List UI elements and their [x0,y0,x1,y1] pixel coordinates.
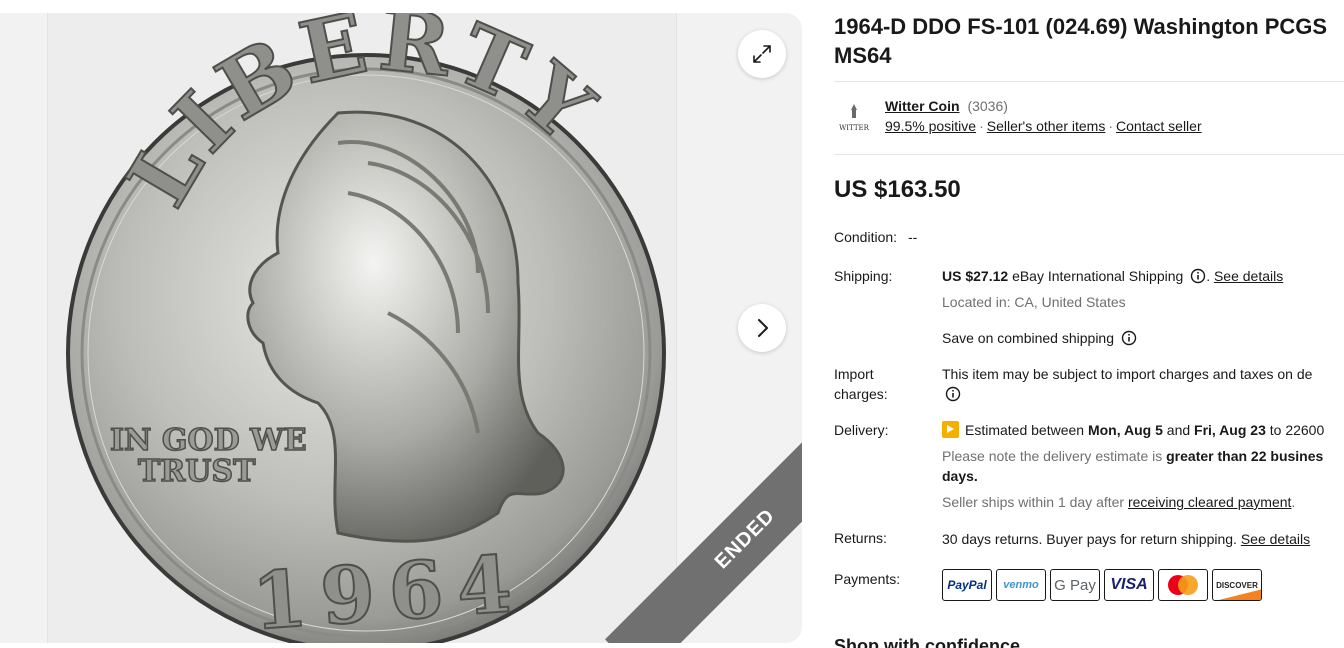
seller-feedback-count: (3036) [967,98,1008,114]
chevron-right-icon [758,319,768,337]
coin-image: LIBERTY IN GOD WE TRUST 1964 [66,13,666,643]
discover-logo: DISCOVER [1212,569,1262,601]
condition-value: -- [908,229,918,245]
mastercard-circles [1168,575,1198,595]
shipping-line: US $27.12 eBay International Shipping . … [942,266,1283,286]
shipping-service: eBay International Shipping [1012,268,1184,284]
shop-with-confidence-heading: Shop with confidence [834,636,1021,648]
payments-label: Payments: [834,571,901,587]
shipping-period: . [1206,268,1211,284]
item-title: 1964-D DDO FS-101 (024.69) Washington PC… [834,14,1328,68]
returns-text: 30 days returns. Buyer pays for return s… [942,531,1237,547]
delivery-pre: Estimated between [965,422,1085,438]
coin-year: 1964 [250,538,529,643]
returns-see-details-link[interactable]: See details [1241,531,1310,547]
delivery-label: Delivery: [834,422,889,438]
seller-links: 99.5% positive · Seller's other items · Cont… [885,118,1202,134]
next-image-button[interactable] [738,304,786,352]
delivery-date-start: Mon, Aug 5 [1087,422,1163,438]
delivery-note-text: Please note the delivery estimate is [942,448,1163,464]
coin-motto-line1: IN GOD WE [110,423,307,458]
separator-dot: · [979,118,984,134]
seller-positive-link[interactable]: 99.5% positive [885,118,976,134]
coin-motto-line2: TRUST [138,454,256,489]
info-icon[interactable] [1190,268,1206,284]
coin-photo[interactable]: LIBERTY IN GOD WE TRUST 1964 [47,13,677,643]
seller-card: WITTER Witter Coin (3036) 99.5% positive… [834,96,1344,142]
delivery-estimate: Estimated between Mon, Aug 5 and Fri, Au… [942,420,1324,440]
delivery-note-bold: greater than 22 busines [1166,448,1324,464]
image-gallery: LIBERTY IN GOD WE TRUST 1964 ENDED [0,13,802,643]
delivery-to: to 22600 [1269,422,1325,438]
seller-name-link[interactable]: Witter Coin [885,98,960,114]
expand-image-button[interactable] [738,30,786,78]
delivery-note-days: days. [942,468,978,484]
condition-label: Condition: [834,229,898,245]
paypal-logo: PayPal [942,569,992,601]
returns-line: 30 days returns. Buyer pays for return s… [942,529,1310,549]
delivery-note: Please note the delivery estimate is gre… [942,446,1323,466]
mastercard-logo [1158,569,1208,601]
shipping-see-details-link[interactable]: See details [1214,268,1283,284]
ships-within-period: . [1291,494,1296,510]
svg-text:WITTER: WITTER [839,124,870,132]
import-label-line2: charges: [834,386,888,402]
payment-methods: PayPal venmo G Pay VISA DISCOVER [942,569,1262,601]
ships-within-text: Seller ships within 1 day after [942,494,1125,510]
info-icon[interactable] [1121,330,1137,346]
delivery-and: and [1166,422,1191,438]
item-price: US $163.50 [834,176,961,203]
import-label-line1: Import [834,366,874,382]
expand-icon [753,45,771,63]
cleared-payment-link[interactable]: receiving cleared payment [1128,494,1291,510]
info-icon[interactable] [945,386,961,402]
google-pay-logo: G Pay [1050,569,1100,601]
divider [834,154,1344,155]
shipping-cost: US $27.12 [942,268,1009,284]
shipping-label: Shipping: [834,268,893,284]
ships-within: Seller ships within 1 day after receivin… [942,492,1295,512]
delivery-date-end: Fri, Aug 23 [1194,422,1266,438]
venmo-logo: venmo [996,569,1046,601]
item-details-panel: 1964-D DDO FS-101 (024.69) Washington PC… [834,0,1344,648]
returns-label: Returns: [834,530,887,546]
combined-shipping: Save on combined shipping [942,328,1137,348]
seller-name-row: Witter Coin (3036) [885,98,1008,114]
import-info [942,384,961,404]
seller-logo[interactable]: WITTER [834,102,874,136]
seller-other-items-link[interactable]: Seller's other items [987,118,1106,134]
item-location: Located in: CA, United States [942,294,1126,310]
divider [834,81,1344,82]
visa-logo: VISA [1104,569,1154,601]
separator-dot: · [1108,118,1114,134]
delivery-flag-icon [942,421,959,438]
contact-seller-link[interactable]: Contact seller [1116,118,1202,134]
import-charges-text: This item may be subject to import charg… [942,366,1313,382]
combined-shipping-text: Save on combined shipping [942,330,1115,346]
